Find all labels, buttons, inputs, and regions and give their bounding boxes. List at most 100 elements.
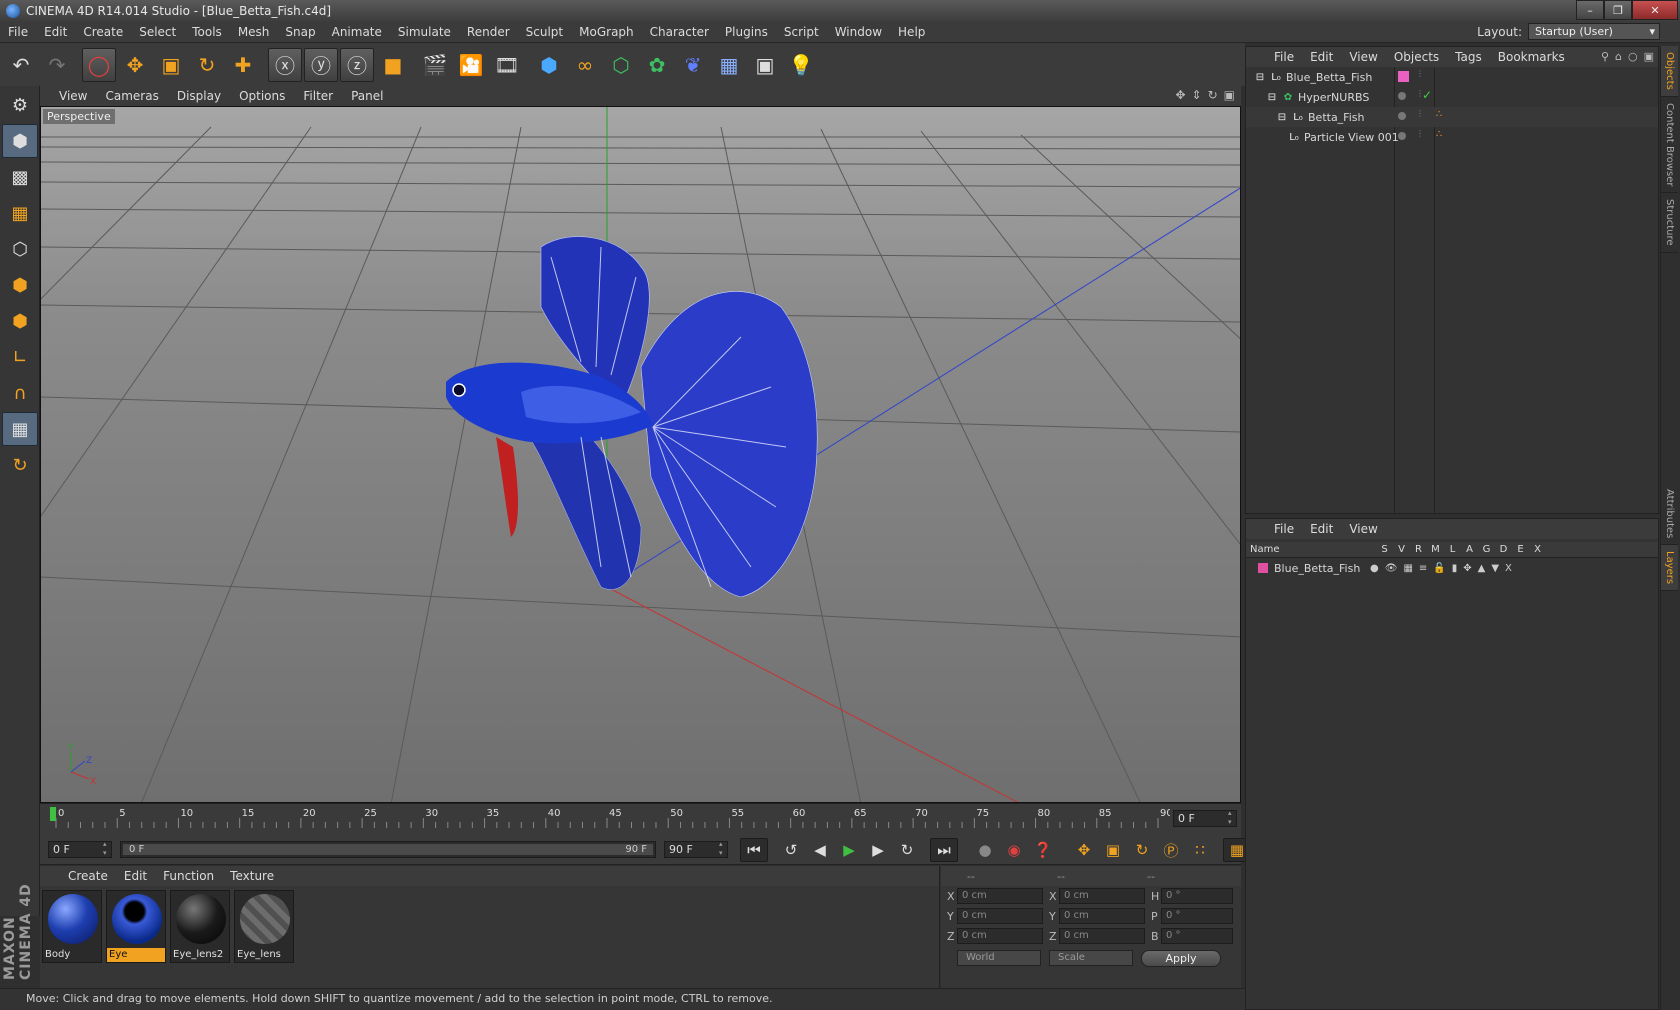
position-z-field[interactable]: 0 cm xyxy=(957,928,1043,944)
rotate-tool-icon[interactable]: ↻ xyxy=(190,48,224,82)
undo-icon[interactable]: ↶ xyxy=(4,48,38,82)
record-position-icon[interactable]: ✥ xyxy=(1070,838,1098,862)
menu-file[interactable]: File xyxy=(0,25,36,39)
size-x-field[interactable]: 0 cm xyxy=(1059,888,1145,904)
material-eye-lens[interactable]: Eye_lens xyxy=(234,890,294,963)
record-rotation-icon[interactable]: ↻ xyxy=(1128,838,1156,862)
collapse-icon[interactable]: ⊟ xyxy=(1254,71,1266,83)
search-icon[interactable]: ⚲ xyxy=(1601,50,1609,63)
scale-tool-icon[interactable]: ▣ xyxy=(154,48,188,82)
record-parameter-icon[interactable]: Ⓟ xyxy=(1157,838,1185,862)
rotation-p-field[interactable]: 0 ° xyxy=(1161,908,1233,924)
keyframe-selection-icon[interactable]: ❓ xyxy=(1029,838,1057,862)
coordinate-system-icon[interactable]: ■ xyxy=(376,48,410,82)
object-row-blue-betta-fish[interactable]: ⊟ L₀ Blue_Betta_Fish ⋮ xyxy=(1246,67,1658,87)
preview-range-slider[interactable]: 0 F 90 F xyxy=(120,841,656,858)
material-tag-icon[interactable]: ∴ xyxy=(1436,129,1442,140)
material-menu-edit[interactable]: Edit xyxy=(116,869,155,883)
object-row-particle-view[interactable]: L₀ Particle View 001 ⋮ ∴ xyxy=(1246,127,1658,147)
viewport-menu-view[interactable]: View xyxy=(50,89,96,103)
edges-mode-icon[interactable]: ⬢ xyxy=(2,268,38,302)
end-frame-field[interactable]: 90 F xyxy=(664,840,728,858)
render-picture-viewer-icon[interactable]: 🎦 xyxy=(454,48,488,82)
layer-generators-icon[interactable]: ✥ xyxy=(1463,563,1471,574)
position-y-field[interactable]: 0 cm xyxy=(957,908,1043,924)
go-to-start-icon[interactable]: ⏮ xyxy=(740,838,768,862)
editor-visibility-dot[interactable] xyxy=(1398,112,1406,120)
editor-visibility-dot[interactable] xyxy=(1398,92,1406,100)
layer-col-locked[interactable]: L xyxy=(1444,544,1461,555)
visibility-dots-icon[interactable]: ⋮ xyxy=(1416,109,1424,118)
tab-attributes[interactable]: Attributes xyxy=(1661,483,1678,546)
layer-col-expressions[interactable]: E xyxy=(1512,544,1529,555)
menu-window[interactable]: Window xyxy=(827,25,890,39)
tab-objects[interactable]: Objects xyxy=(1661,46,1678,97)
record-point-level-icon[interactable]: ∷ xyxy=(1186,838,1214,862)
collapse-icon[interactable]: ⊟ xyxy=(1276,111,1288,123)
material-menu-function[interactable]: Function xyxy=(155,869,222,883)
recent-tool-icon[interactable]: ✚ xyxy=(226,48,260,82)
locked-workplane-icon[interactable]: ↻ xyxy=(2,448,38,482)
menu-animate[interactable]: Animate xyxy=(324,25,390,39)
minimize-button[interactable]: – xyxy=(1576,0,1604,20)
tab-structure[interactable]: Structure xyxy=(1661,193,1678,253)
layers-menu-file[interactable]: File xyxy=(1266,522,1302,536)
layer-col-xref[interactable]: X xyxy=(1529,544,1546,555)
material-eye[interactable]: Eye xyxy=(106,890,166,963)
go-to-end-icon[interactable]: ⏭ xyxy=(930,838,958,862)
rotation-b-field[interactable]: 0 ° xyxy=(1161,928,1233,944)
menu-snap[interactable]: Snap xyxy=(277,25,323,39)
light-object-icon[interactable]: 💡 xyxy=(784,48,818,82)
layer-col-generators[interactable]: G xyxy=(1478,544,1495,555)
layer-lock-icon[interactable]: 🔓 xyxy=(1433,563,1445,574)
size-z-field[interactable]: 0 cm xyxy=(1059,928,1145,944)
objects-menu-bookmarks[interactable]: Bookmarks xyxy=(1490,50,1573,64)
timeline-playhead[interactable] xyxy=(50,807,56,821)
make-editable-icon[interactable]: ⚙ xyxy=(2,88,38,122)
menu-sculpt[interactable]: Sculpt xyxy=(518,25,571,39)
pan-view-icon[interactable]: ✥ xyxy=(1175,88,1185,102)
tab-content-browser[interactable]: Content Browser xyxy=(1661,97,1678,194)
object-row-hypernurbs[interactable]: ⊟ ✿ HyperNURBS ⋮ ✓ xyxy=(1246,87,1658,107)
viewport-menu-panel[interactable]: Panel xyxy=(342,89,392,103)
x-axis-lock-icon[interactable]: ⓧ xyxy=(268,47,302,82)
editor-visibility-dot[interactable] xyxy=(1398,132,1406,140)
viewport-menu-options[interactable]: Options xyxy=(230,89,294,103)
snap-magnet-icon[interactable]: ∩ xyxy=(2,376,38,410)
viewport-menu-cameras[interactable]: Cameras xyxy=(96,89,167,103)
next-frame-icon[interactable]: ▶ xyxy=(864,838,892,862)
render-view-icon[interactable]: 🎬 xyxy=(418,48,452,82)
menu-mograph[interactable]: MoGraph xyxy=(571,25,642,39)
menu-tools[interactable]: Tools xyxy=(184,25,230,39)
layer-deformers-icon[interactable]: ▲ xyxy=(1478,563,1486,574)
layer-expressions-icon[interactable]: ▼ xyxy=(1491,563,1499,574)
rotation-h-field[interactable]: 0 ° xyxy=(1161,888,1233,904)
material-eye-lens2[interactable]: Eye_lens2 xyxy=(170,890,230,963)
betta-fish-model[interactable] xyxy=(446,236,818,598)
material-menu-create[interactable]: Create xyxy=(60,869,116,883)
axis-mode-icon[interactable]: ∟ xyxy=(2,340,38,374)
collapse-icon[interactable]: ⊟ xyxy=(1266,91,1278,103)
previous-key-icon[interactable]: ↺ xyxy=(777,838,805,862)
objects-menu-view[interactable]: View xyxy=(1341,50,1385,64)
objects-menu-edit[interactable]: Edit xyxy=(1302,50,1341,64)
menu-create[interactable]: Create xyxy=(75,25,131,39)
maximize-viewport-icon[interactable]: ▣ xyxy=(1224,88,1235,102)
position-x-field[interactable]: 0 cm xyxy=(957,888,1043,904)
layer-col-animation[interactable]: A xyxy=(1461,544,1478,555)
workplane-mode-icon[interactable]: ▦ xyxy=(2,196,38,230)
layer-render-icon[interactable]: ▦ xyxy=(1403,563,1412,574)
menu-edit[interactable]: Edit xyxy=(36,25,75,39)
objects-menu-tags[interactable]: Tags xyxy=(1447,50,1490,64)
move-tool-icon[interactable]: ✥ xyxy=(118,48,152,82)
polygons-mode-icon[interactable]: ⬢ xyxy=(2,304,38,338)
previous-frame-icon[interactable]: ◀ xyxy=(806,838,834,862)
objects-menu-file[interactable]: File xyxy=(1266,50,1302,64)
material-tag-icon[interactable]: ∴ xyxy=(1436,109,1442,120)
model-mode-icon[interactable]: ⬢ xyxy=(2,124,38,158)
redo-icon[interactable]: ↷ xyxy=(40,48,74,82)
play-forward-icon[interactable]: ▶ xyxy=(835,838,863,862)
deformer-object-icon[interactable]: ❦ xyxy=(676,48,710,82)
back-icon[interactable]: ○ xyxy=(1628,50,1638,63)
layout-dropdown[interactable]: Startup (User) xyxy=(1528,23,1660,40)
